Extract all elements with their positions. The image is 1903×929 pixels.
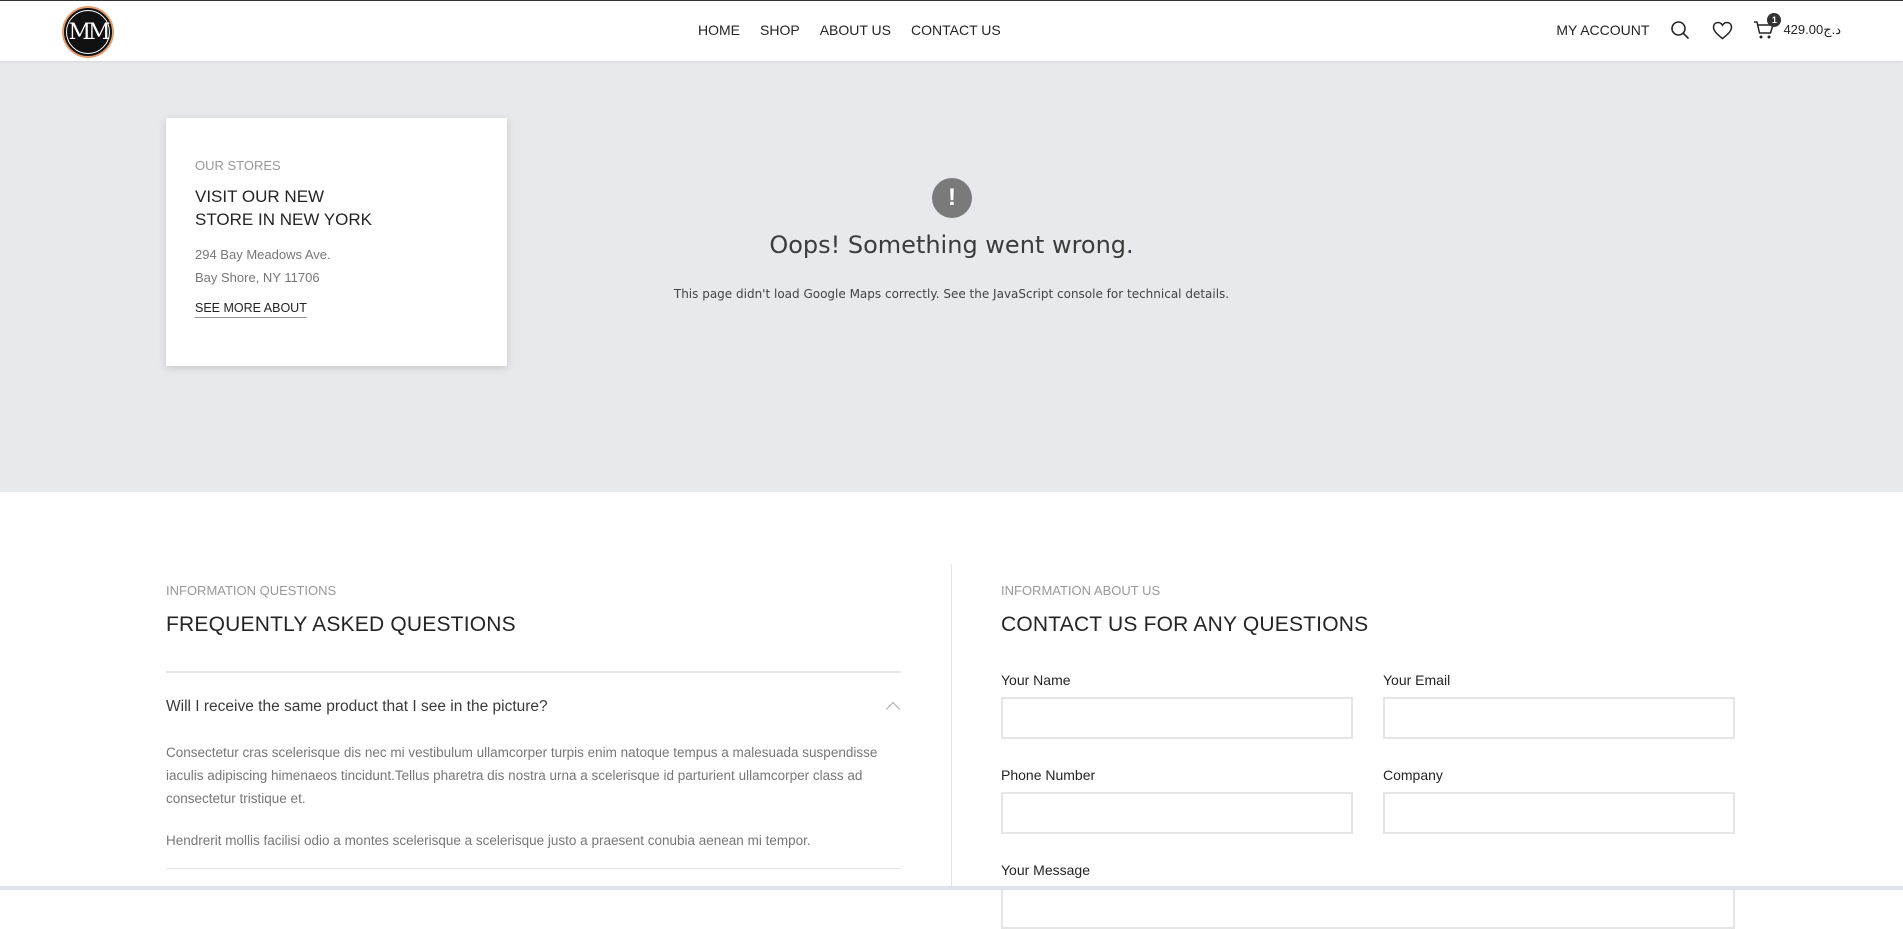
logo-text: MM bbox=[68, 19, 110, 45]
faq-section: INFORMATION QUESTIONS FREQUENTLY ASKED Q… bbox=[166, 583, 901, 869]
contact-title: CONTACT US FOR ANY QUESTIONS bbox=[1001, 613, 1369, 636]
faq-question-text: Will I receive the same product that I s… bbox=[166, 698, 548, 715]
name-field-group: Your Name bbox=[1001, 672, 1353, 739]
search-icon[interactable] bbox=[1669, 19, 1691, 41]
company-input[interactable] bbox=[1383, 792, 1735, 834]
name-input[interactable] bbox=[1001, 697, 1353, 739]
email-label: Your Email bbox=[1383, 672, 1451, 688]
phone-label: Phone Number bbox=[1001, 767, 1096, 783]
message-label: Your Message bbox=[1001, 862, 1090, 878]
cart-total: 429.00د.ج bbox=[1783, 22, 1841, 37]
header-actions: MY ACCOUNT 1 429.00د.ج bbox=[1556, 13, 1841, 41]
faq-answer: Consectetur cras scelerisque dis nec mi … bbox=[166, 741, 901, 852]
column-divider bbox=[951, 564, 952, 890]
logo-mark: MM bbox=[66, 10, 111, 54]
cart-widget[interactable]: 1 429.00د.ج bbox=[1753, 13, 1841, 41]
faq-accordion: Will I receive the same product that I s… bbox=[166, 671, 901, 869]
cart-count-badge: 1 bbox=[1767, 13, 1782, 27]
error-exclamation-icon: ! bbox=[932, 178, 972, 218]
see-more-about-link[interactable]: SEE MORE ABOUT bbox=[195, 301, 307, 318]
nav-contact-us[interactable]: CONTACT US bbox=[911, 22, 1001, 38]
map-section: OUR STORES VISIT OUR NEW STORE IN NEW YO… bbox=[0, 61, 1903, 492]
site-logo[interactable]: MM bbox=[62, 6, 114, 58]
contact-form: Your Name Your Email Phone Number Compan… bbox=[1001, 672, 1737, 929]
map-error-description: This page didn't load Google Maps correc… bbox=[673, 287, 1230, 301]
message-textarea[interactable] bbox=[1001, 887, 1735, 929]
faq-title: FREQUENTLY ASKED QUESTIONS bbox=[166, 613, 516, 636]
faq-item-divider bbox=[166, 868, 901, 869]
email-field-group: Your Email bbox=[1383, 672, 1735, 739]
faq-answer-paragraph-1: Consectetur cras scelerisque dis nec mi … bbox=[166, 745, 878, 806]
faq-answer-paragraph-2: Hendrerit mollis facilisi odio a montes … bbox=[166, 833, 811, 848]
bottom-scroll-strip bbox=[0, 886, 1903, 890]
store-card-title-line1: VISIT OUR NEW bbox=[195, 187, 325, 206]
name-label: Your Name bbox=[1001, 672, 1071, 688]
cart-icon[interactable]: 1 bbox=[1753, 13, 1782, 41]
store-card-title-line2: STORE IN NEW YORK bbox=[195, 210, 372, 229]
store-card-title: VISIT OUR NEW STORE IN NEW YORK bbox=[195, 185, 478, 231]
store-card-subtitle: OUR STORES bbox=[195, 158, 281, 173]
faq-question[interactable]: Will I receive the same product that I s… bbox=[166, 673, 901, 741]
phone-field-group: Phone Number bbox=[1001, 767, 1353, 834]
company-field-group: Company bbox=[1383, 767, 1735, 834]
nav-about-us[interactable]: ABOUT US bbox=[820, 22, 891, 38]
main-nav: HOME SHOP ABOUT US CONTACT US bbox=[698, 22, 1001, 38]
message-field-group: Your Message bbox=[1001, 862, 1735, 929]
my-account-link[interactable]: MY ACCOUNT bbox=[1556, 22, 1649, 38]
phone-input[interactable] bbox=[1001, 792, 1353, 834]
map-error-title: Oops! Something went wrong. bbox=[769, 231, 1134, 259]
company-label: Company bbox=[1383, 767, 1443, 783]
site-header: MM HOME SHOP ABOUT US CONTACT US MY ACCO… bbox=[0, 0, 1903, 61]
wishlist-heart-icon[interactable] bbox=[1711, 19, 1733, 41]
chevron-up-icon[interactable] bbox=[885, 701, 901, 717]
contact-section: INFORMATION ABOUT US CONTACT US FOR ANY … bbox=[1001, 583, 1737, 929]
store-address-line2: Bay Shore, NY 11706 bbox=[195, 270, 320, 285]
contact-subtitle: INFORMATION ABOUT US bbox=[1001, 583, 1161, 598]
nav-home[interactable]: HOME bbox=[698, 22, 740, 38]
email-input[interactable] bbox=[1383, 697, 1735, 739]
faq-subtitle: INFORMATION QUESTIONS bbox=[166, 583, 337, 598]
nav-shop[interactable]: SHOP bbox=[760, 22, 800, 38]
